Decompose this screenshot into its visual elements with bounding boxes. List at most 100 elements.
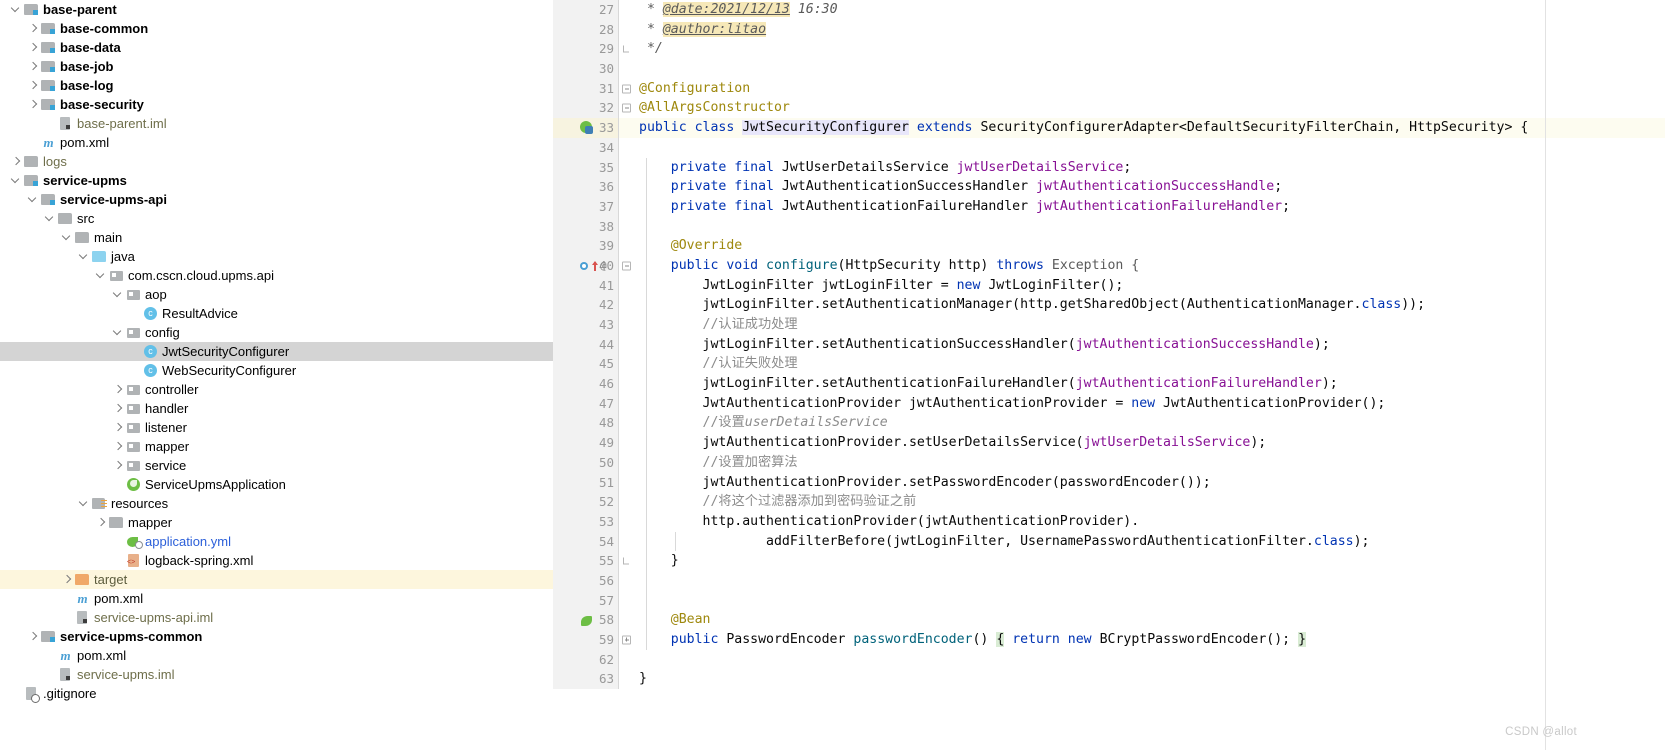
chevron-right-icon[interactable]: [27, 627, 40, 646]
fold-column[interactable]: [618, 59, 633, 79]
code-text[interactable]: jwtAuthenticationProvider.setUserDetails…: [633, 433, 1665, 453]
fold-column[interactable]: [618, 19, 633, 40]
code-line[interactable]: 59 public PasswordEncoder passwordEncode…: [553, 630, 1665, 650]
chevron-right-icon[interactable]: [27, 95, 40, 114]
line-gutter[interactable]: 34: [553, 137, 618, 158]
fold-column[interactable]: [618, 630, 633, 650]
line-gutter[interactable]: 32: [553, 98, 618, 119]
gutter-icon-group[interactable]: [580, 118, 618, 138]
code-text[interactable]: jwtAuthenticationProvider.setPasswordEnc…: [633, 472, 1665, 493]
line-gutter[interactable]: 31: [553, 78, 618, 99]
chevron-down-icon[interactable]: [10, 171, 23, 190]
fold-column[interactable]: [618, 236, 633, 256]
code-line[interactable]: 39 @Override: [553, 236, 1665, 256]
tree-row[interactable]: pom.xml: [0, 646, 553, 665]
code-text[interactable]: jwtLoginFilter.setAuthenticationFailureH…: [633, 374, 1665, 394]
code-line[interactable]: 28 * @author:litao: [553, 19, 1665, 40]
code-text[interactable]: //将这个过滤器添加到密码验证之前: [633, 492, 1665, 512]
tree-row[interactable]: mapper: [0, 513, 553, 532]
fold-column[interactable]: [618, 78, 633, 99]
line-gutter[interactable]: 28: [553, 19, 618, 40]
line-gutter[interactable]: 62: [553, 649, 618, 670]
line-gutter[interactable]: 55: [553, 551, 618, 571]
code-line[interactable]: @40 public void configure(HttpSecurity h…: [553, 255, 1665, 276]
tree-row[interactable]: aop: [0, 285, 553, 304]
code-line[interactable]: 51 jwtAuthenticationProvider.setPassword…: [553, 472, 1665, 493]
fold-column[interactable]: [618, 39, 633, 60]
tree-row[interactable]: base-security: [0, 95, 553, 114]
tree-row[interactable]: service-upms-common: [0, 627, 553, 646]
code-line[interactable]: 41 JwtLoginFilter jwtLoginFilter = new J…: [553, 275, 1665, 296]
code-line[interactable]: 38: [553, 216, 1665, 237]
code-line[interactable]: 50 //设置加密算法: [553, 452, 1665, 473]
tree-row[interactable]: service-upms: [0, 171, 553, 190]
tree-row[interactable]: com.cscn.cloud.upms.api: [0, 266, 553, 285]
chevron-down-icon[interactable]: [112, 285, 125, 304]
tree-row[interactable]: .gitignore: [0, 684, 553, 703]
chevron-right-icon[interactable]: [27, 57, 40, 76]
tree-row[interactable]: application.yml: [0, 532, 553, 551]
chevron-right-icon[interactable]: [61, 570, 74, 589]
code-text[interactable]: //设置加密算法: [633, 452, 1665, 473]
tree-row[interactable]: pom.xml: [0, 133, 553, 152]
line-gutter[interactable]: 56: [553, 570, 618, 591]
fold-column[interactable]: [618, 374, 633, 394]
line-gutter[interactable]: 43: [553, 315, 618, 335]
line-gutter[interactable]: 39: [553, 236, 618, 256]
code-line[interactable]: 43 //认证成功处理: [553, 315, 1665, 335]
line-gutter[interactable]: 44: [553, 334, 618, 355]
code-line[interactable]: 55 }: [553, 551, 1665, 571]
fold-collapse-icon[interactable]: [622, 103, 631, 113]
code-line[interactable]: 37 private final JwtAuthenticationFailur…: [553, 196, 1665, 217]
code-line[interactable]: 34: [553, 137, 1665, 158]
chevron-down-icon[interactable]: [44, 209, 57, 228]
line-gutter[interactable]: 59: [553, 630, 618, 650]
line-gutter[interactable]: 45: [553, 354, 618, 375]
code-line[interactable]: 52 //将这个过滤器添加到密码验证之前: [553, 492, 1665, 512]
fold-column[interactable]: [618, 118, 633, 138]
fold-column[interactable]: [618, 649, 633, 670]
fold-column[interactable]: [618, 452, 633, 473]
code-line[interactable]: 42 jwtLoginFilter.setAuthenticationManag…: [553, 295, 1665, 315]
code-text[interactable]: public class JwtSecurityConfigurer exten…: [633, 118, 1665, 138]
code-line[interactable]: 31 @Configuration: [553, 78, 1665, 99]
code-text[interactable]: public PasswordEncoder passwordEncoder()…: [633, 630, 1665, 650]
fold-expand-icon[interactable]: [622, 635, 631, 645]
code-line[interactable]: 48 //设置userDetailsService: [553, 413, 1665, 434]
tree-row[interactable]: controller: [0, 380, 553, 399]
tree-row[interactable]: base-parent.iml: [0, 114, 553, 133]
tree-row[interactable]: base-common: [0, 19, 553, 38]
code-text[interactable]: @Configuration: [633, 79, 1665, 99]
tree-row[interactable]: listener: [0, 418, 553, 437]
line-gutter[interactable]: 38: [553, 216, 618, 237]
code-text[interactable]: }: [633, 669, 1665, 689]
code-text[interactable]: JwtAuthenticationProvider jwtAuthenticat…: [633, 393, 1665, 414]
chevron-right-icon[interactable]: [112, 380, 125, 399]
tree-row[interactable]: target: [0, 570, 553, 589]
tree-row[interactable]: service-upms-api: [0, 190, 553, 209]
fold-collapse-icon[interactable]: [622, 84, 631, 94]
fold-column[interactable]: [618, 492, 633, 512]
gutter-icon-group[interactable]: @: [580, 256, 618, 276]
tree-row[interactable]: ResultAdvice: [0, 304, 553, 323]
chevron-down-icon[interactable]: [78, 247, 91, 266]
tree-row[interactable]: service-upms-api.iml: [0, 608, 553, 627]
code-text[interactable]: * @date:2021/12/13 16:30: [633, 0, 1665, 20]
code-text[interactable]: @Bean: [633, 610, 1665, 630]
fold-column[interactable]: [618, 511, 633, 532]
project-tree-panel[interactable]: base-parent base-common base-data base-job b…: [0, 0, 553, 750]
code-line[interactable]: 54 addFilterBefore(jwtLoginFilter, Usern…: [553, 531, 1665, 552]
code-text[interactable]: //认证成功处理: [633, 315, 1665, 335]
code-text[interactable]: }: [633, 551, 1665, 571]
line-gutter[interactable]: 48: [553, 413, 618, 434]
fold-column[interactable]: [618, 531, 633, 552]
fold-column[interactable]: [618, 0, 633, 20]
gutter-icon-group[interactable]: [580, 610, 618, 630]
code-line[interactable]: 27 * @date:2021/12/13 16:30: [553, 0, 1665, 20]
line-gutter[interactable]: 30: [553, 59, 618, 79]
fold-region-end-icon[interactable]: [623, 557, 629, 565]
fold-column[interactable]: [618, 177, 633, 197]
code-line[interactable]: 63}: [553, 669, 1665, 690]
chevron-down-icon[interactable]: [78, 494, 91, 513]
chevron-down-icon[interactable]: [112, 323, 125, 342]
